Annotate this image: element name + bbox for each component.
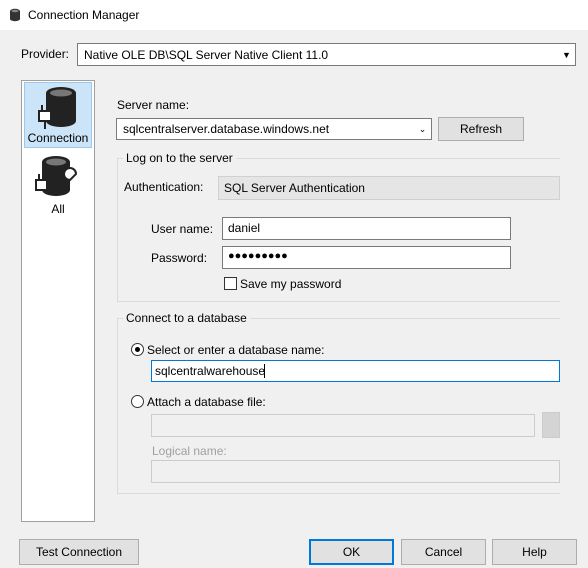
- ok-button[interactable]: OK: [309, 539, 394, 565]
- save-password-checkbox[interactable]: [224, 277, 237, 290]
- password-value: ●●●●●●●●●: [228, 250, 288, 262]
- window-title: Connection Manager: [28, 8, 140, 22]
- sidebar-item-all[interactable]: All: [24, 152, 92, 218]
- sidebar-item-label: All: [51, 202, 65, 216]
- text-cursor: [264, 364, 265, 378]
- attach-database-radio[interactable]: [131, 395, 144, 408]
- database-name-field[interactable]: sqlcentralwarehouse: [151, 360, 560, 382]
- attach-database-label: Attach a database file:: [147, 395, 266, 409]
- sidebar-item-connection[interactable]: Connection: [24, 82, 92, 148]
- user-name-label: User name:: [151, 222, 214, 236]
- server-name-label: Server name:: [117, 98, 190, 112]
- sidebar: Connection All: [21, 80, 95, 522]
- select-database-radio[interactable]: [131, 343, 144, 356]
- password-label: Password:: [151, 251, 208, 265]
- save-password-label: Save my password: [240, 277, 342, 291]
- refresh-button[interactable]: Refresh: [438, 117, 524, 141]
- logon-group-title: Log on to the server: [123, 151, 236, 165]
- database-name-value: sqlcentralwarehouse: [155, 364, 266, 378]
- database-group-title: Connect to a database: [123, 311, 250, 325]
- cancel-button[interactable]: Cancel: [401, 539, 486, 565]
- database-connection-icon: [38, 87, 76, 129]
- select-database-label: Select or enter a database name:: [147, 343, 325, 357]
- help-button[interactable]: Help: [492, 539, 577, 565]
- provider-dropdown[interactable]: Native OLE DB\SQL Server Native Client 1…: [77, 43, 576, 66]
- chevron-down-icon[interactable]: ⌄: [414, 119, 431, 139]
- user-name-value: daniel: [228, 221, 261, 235]
- database-tools-icon: [35, 156, 78, 196]
- provider-label: Provider:: [21, 47, 70, 61]
- provider-value: Native OLE DB\SQL Server Native Client 1…: [84, 48, 329, 62]
- browse-file-button[interactable]: [542, 412, 560, 438]
- database-icon: [10, 8, 20, 22]
- server-name-combo[interactable]: sqlcentralserver.database.windows.net ⌄: [116, 118, 432, 140]
- test-connection-button[interactable]: Test Connection: [19, 539, 139, 565]
- authentication-dropdown[interactable]: SQL Server Authentication: [218, 176, 560, 200]
- server-name-value: sqlcentralserver.database.windows.net: [123, 122, 330, 136]
- attach-file-field[interactable]: [151, 414, 535, 437]
- authentication-value: SQL Server Authentication: [224, 181, 365, 195]
- logical-name-label: Logical name:: [152, 444, 227, 458]
- chevron-down-icon[interactable]: ▼: [558, 44, 575, 65]
- password-field[interactable]: ●●●●●●●●●: [222, 246, 511, 269]
- logical-name-field[interactable]: [151, 460, 560, 483]
- sidebar-item-label: Connection: [27, 131, 89, 145]
- authentication-label: Authentication:: [124, 180, 204, 194]
- user-name-field[interactable]: daniel: [222, 217, 511, 240]
